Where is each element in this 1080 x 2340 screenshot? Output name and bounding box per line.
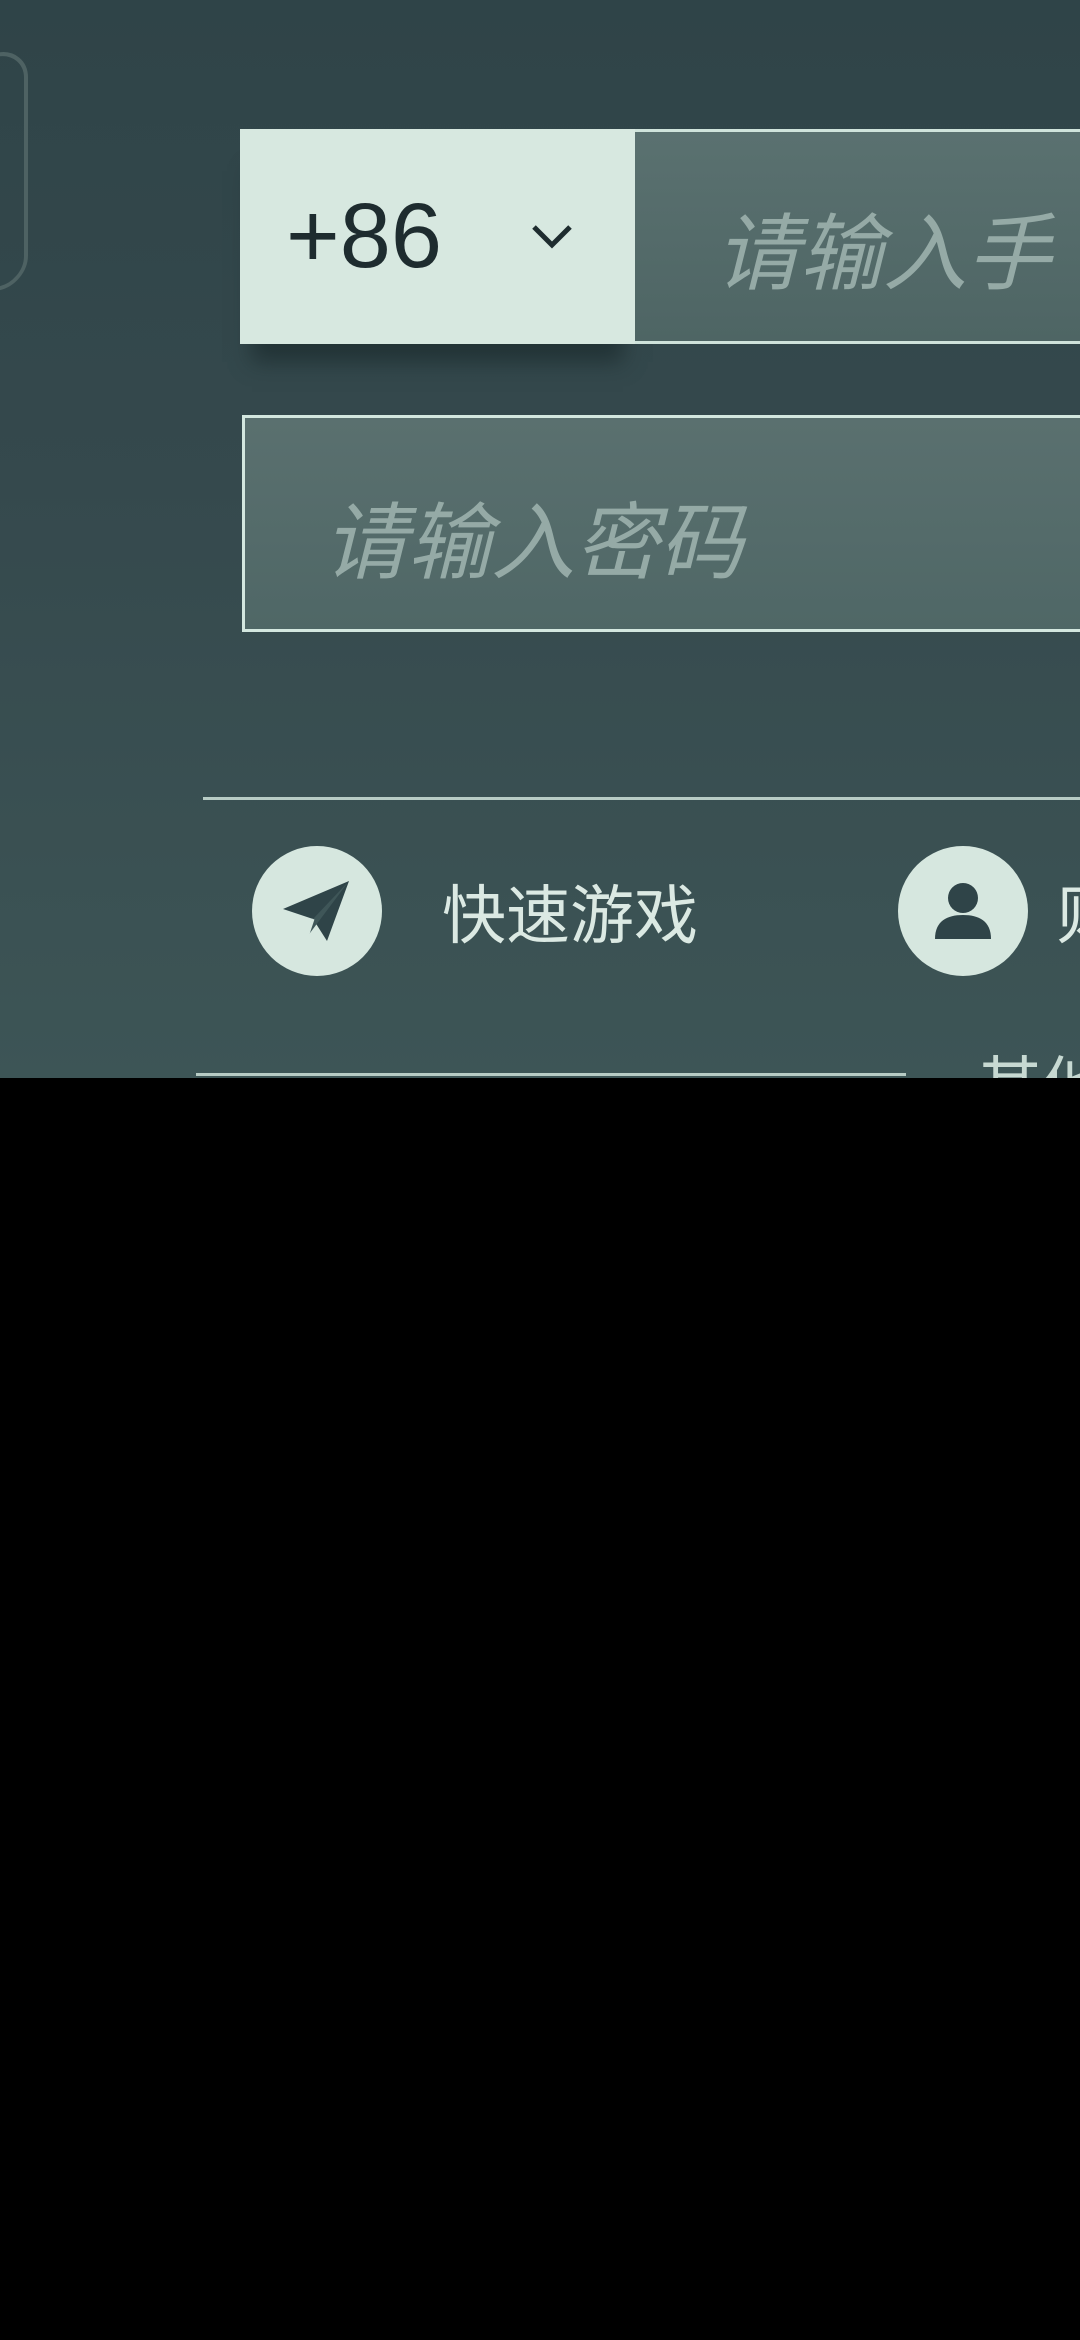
user-icon xyxy=(898,846,1028,976)
other-login-label: 其他 xyxy=(978,1036,1080,1078)
account-login-button[interactable]: 则 xyxy=(898,845,1080,977)
country-code-value: +86 xyxy=(286,185,443,287)
account-login-label: 则 xyxy=(1056,865,1080,957)
chevron-down-icon xyxy=(532,225,572,249)
hexagon-frame-decoration xyxy=(0,47,28,301)
section-divider-top xyxy=(203,797,1080,800)
password-input[interactable]: 请输入密码 xyxy=(242,415,1080,632)
section-divider-bottom xyxy=(196,1073,906,1076)
quick-game-label: 快速游戏 xyxy=(442,880,698,954)
country-code-selector[interactable]: +86 xyxy=(240,129,635,344)
phone-number-placeholder: 请输入手 xyxy=(715,205,1052,303)
quick-game-button[interactable]: 快速游戏 xyxy=(252,845,698,977)
login-panel: +86 请输入手 请输入密码 快速游戏 则 xyxy=(0,0,1080,1078)
phone-login-row: +86 请输入手 xyxy=(240,129,1080,344)
phone-number-input[interactable]: 请输入手 xyxy=(635,129,1080,344)
paper-plane-icon xyxy=(252,846,382,976)
password-placeholder: 请输入密码 xyxy=(323,494,744,592)
blank-screen-area xyxy=(0,1078,1080,2340)
